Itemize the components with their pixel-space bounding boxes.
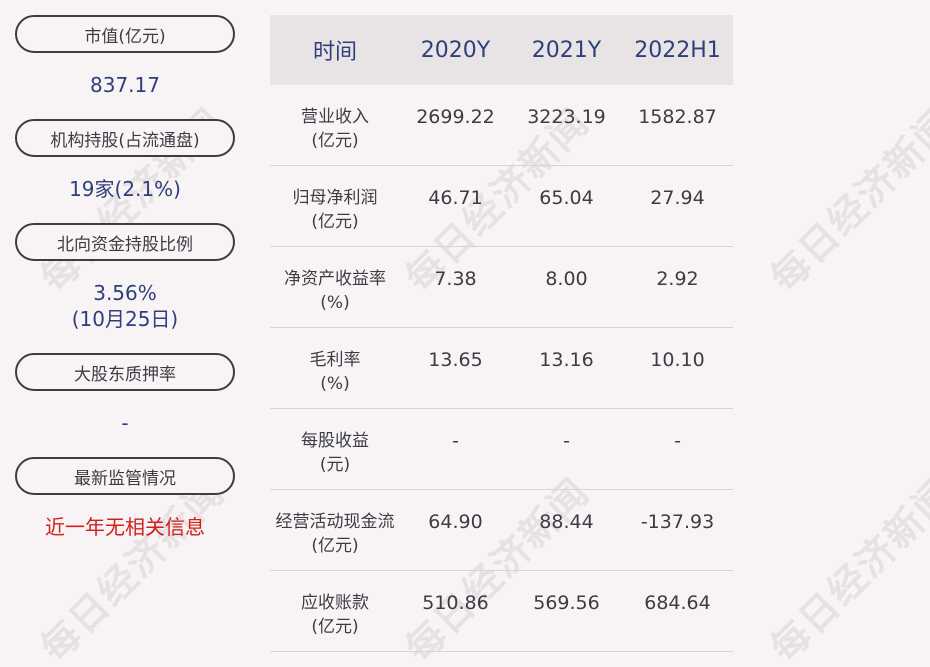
table-cell: -137.93 (640, 511, 715, 533)
table-row: 毛利率 (%) 13.65 13.16 10.10 (270, 328, 733, 409)
header-2021: 2021Y (531, 37, 602, 63)
regulatory-label: 最新监管情况 (15, 457, 235, 495)
table-cell: 510.86 (422, 592, 489, 614)
table-cell: 10.10 (650, 349, 705, 371)
header-2022h1: 2022H1 (634, 37, 721, 63)
table-cell: 2.92 (656, 268, 699, 290)
table-row: 营业收入 (亿元) 2699.22 3223.19 1582.87 (270, 85, 733, 166)
row-label: 营业收入 (亿元) (301, 107, 369, 151)
table-cell: 27.94 (650, 187, 705, 209)
row-label: 毛利率 (%) (309, 350, 361, 394)
market-cap-label: 市值(亿元) (15, 15, 235, 53)
table-cell: 46.71 (428, 187, 483, 209)
row-label: 经营活动现金流 (亿元) (275, 512, 395, 556)
regulatory-value: 近一年无相关信息 (45, 515, 205, 539)
table-cell: 569.56 (533, 592, 600, 614)
northbound-holding-value: 3.56% (93, 281, 157, 305)
header-period: 时间 (312, 40, 357, 65)
table-row: 净资产收益率 (%) 7.38 8.00 2.92 (270, 247, 733, 328)
table-cell: - (563, 430, 570, 452)
row-label: 归母净利润 (亿元) (292, 188, 378, 232)
institution-holding-label: 机构持股(占流通盘) (15, 119, 235, 157)
summary-panel: 市值(亿元) 837.17 机构持股(占流通盘) 19家(2.1%) 北向资金持… (0, 0, 250, 667)
watermark: 每日经济新闻 (762, 99, 930, 301)
northbound-holding-label: 北向资金持股比例 (15, 223, 235, 261)
table-cell: 65.04 (539, 187, 594, 209)
table-row: 归母净利润 (亿元) 46.71 65.04 27.94 (270, 166, 733, 247)
pledge-ratio-value: - (121, 411, 129, 435)
table-cell: 3223.19 (527, 106, 606, 128)
row-label: 净资产收益率 (%) (284, 269, 386, 313)
northbound-holding-date: (10月25日) (71, 307, 179, 331)
financial-table: 时间 2020Y 2021Y 2022H1 营业收入 (亿元) 2699.22 3… (270, 15, 733, 652)
table-row: 经营活动现金流 (亿元) 64.90 88.44 -137.93 (270, 490, 733, 571)
pledge-ratio-label: 大股东质押率 (15, 353, 235, 391)
table-cell: 13.65 (428, 349, 483, 371)
table-cell: 7.38 (434, 268, 477, 290)
table-cell: 13.16 (539, 349, 594, 371)
table-cell: 64.90 (428, 511, 483, 533)
row-label: 每股收益 (元) (301, 431, 369, 475)
watermark: 每日经济新闻 (762, 469, 930, 667)
table-cell: - (674, 430, 681, 452)
market-cap-value: 837.17 (90, 73, 160, 97)
table-cell: 8.00 (545, 268, 588, 290)
table-cell: - (452, 430, 459, 452)
table-header: 时间 2020Y 2021Y 2022H1 (270, 15, 733, 85)
table-cell: 2699.22 (416, 106, 495, 128)
header-2020: 2020Y (420, 37, 491, 63)
table-cell: 88.44 (539, 511, 594, 533)
institution-holding-value: 19家(2.1%) (69, 177, 181, 201)
table-row: 每股收益 (元) - - - (270, 409, 733, 490)
table-row: 应收账款 (亿元) 510.86 569.56 684.64 (270, 571, 733, 652)
row-label: 应收账款 (亿元) (301, 593, 369, 637)
table-cell: 684.64 (644, 592, 711, 614)
table-cell: 1582.87 (638, 106, 717, 128)
